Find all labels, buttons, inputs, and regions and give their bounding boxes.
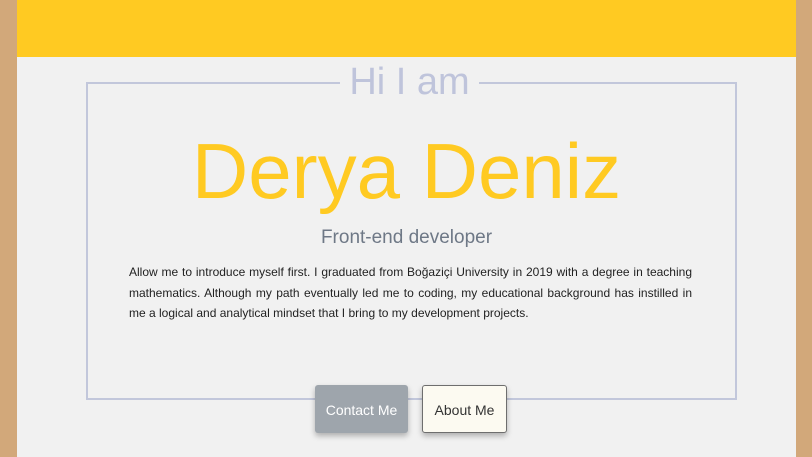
about-me-button[interactable]: About Me xyxy=(422,385,507,433)
greeting-heading: Hi I am xyxy=(340,58,479,106)
name-heading: Derya Deniz xyxy=(191,127,622,215)
top-bar xyxy=(17,0,796,57)
contact-me-button[interactable]: Contact Me xyxy=(315,385,408,433)
intro-paragraph: Allow me to introduce myself first. I gr… xyxy=(129,265,692,320)
role-subtitle: Front-end developer xyxy=(320,227,493,248)
page: Hi I am Derya Deniz Front-end developer … xyxy=(17,0,796,457)
